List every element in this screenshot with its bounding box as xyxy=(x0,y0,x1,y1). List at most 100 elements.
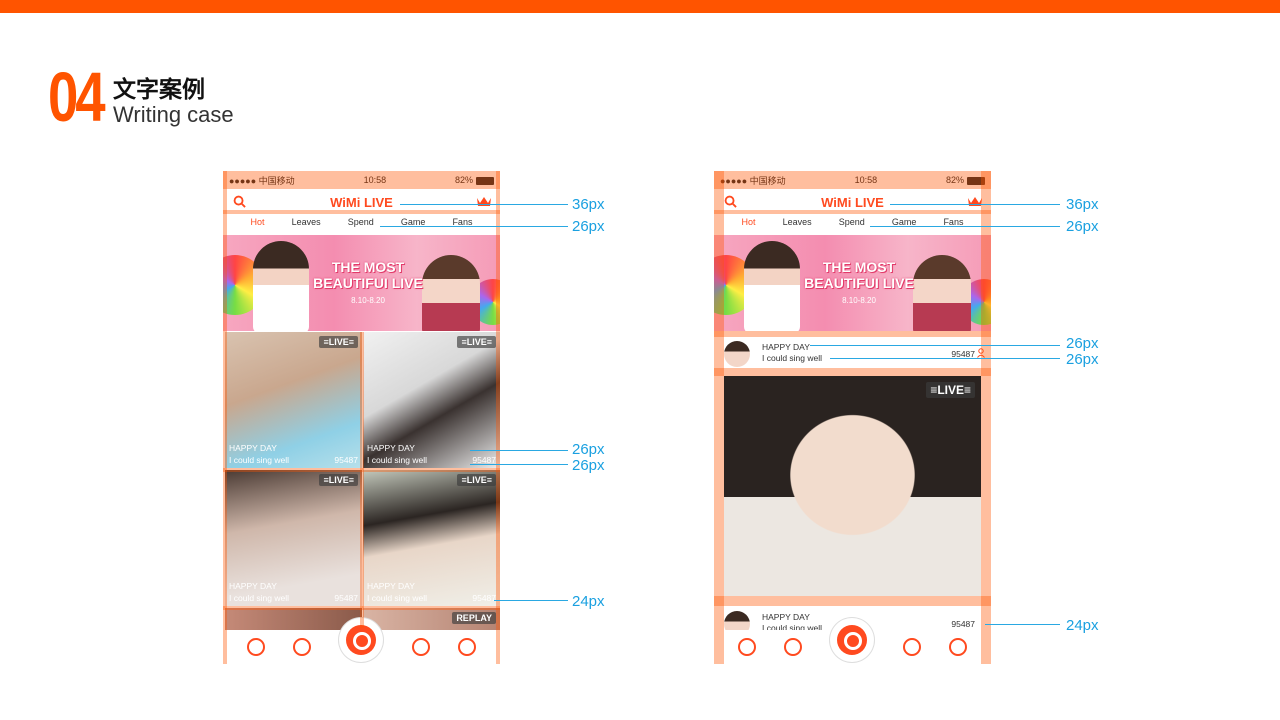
live-photo xyxy=(225,608,362,630)
smile-tab-icon[interactable] xyxy=(411,638,430,656)
guide-overlay xyxy=(714,596,991,606)
guide-overlay xyxy=(714,368,991,376)
planet-tab-icon[interactable] xyxy=(293,638,312,656)
dim-label-26: 26px xyxy=(1066,335,1099,352)
dim-line xyxy=(470,450,568,451)
dim-label-26: 26px xyxy=(572,457,605,474)
tab-game[interactable]: Game xyxy=(401,217,426,233)
category-tabs: Hot Leaves Spend Game Fans xyxy=(714,217,991,233)
profile-tab-icon[interactable] xyxy=(948,638,967,656)
card-subtitle: I could sing well xyxy=(367,593,428,603)
guide-overlay xyxy=(223,171,500,189)
app-title: WiMi LIVE xyxy=(821,194,884,210)
tab-game[interactable]: Game xyxy=(892,217,917,233)
section-title-cn: 文字案例 xyxy=(113,77,205,103)
dim-label-26: 26px xyxy=(1066,218,1099,235)
card-subtitle: I could sing well xyxy=(367,455,428,465)
camera-icon xyxy=(346,625,377,655)
dim-label-26: 26px xyxy=(572,218,605,235)
dim-line xyxy=(494,600,568,601)
card-subtitle: I could sing well xyxy=(762,353,823,363)
dim-line xyxy=(890,204,1060,205)
tab-spend[interactable]: Spend xyxy=(839,217,865,233)
app-title: WiMi LIVE xyxy=(330,194,393,210)
tab-leaves[interactable]: Leaves xyxy=(292,217,321,233)
live-card[interactable]: ≡LIVE≡ HAPPY DAY I could sing well 95487 xyxy=(363,332,500,468)
section-number: 04 xyxy=(48,58,106,136)
dim-line xyxy=(470,464,568,465)
card-title: HAPPY DAY xyxy=(762,342,810,352)
guide-overlay xyxy=(223,210,500,214)
live-card[interactable]: ≡LIVE≡ HAPPY DAY I could sing well 95487 xyxy=(225,332,362,468)
search-icon[interactable] xyxy=(724,195,737,208)
live-badge: ≡LIVE≡ xyxy=(457,336,496,348)
guide-overlay xyxy=(223,606,500,610)
card-title: HAPPY DAY xyxy=(762,612,810,622)
featured-live-card[interactable]: ≡LIVE≡ xyxy=(724,376,981,596)
guide-overlay xyxy=(714,210,991,214)
dim-label-26: 26px xyxy=(1066,351,1099,368)
card-title: HAPPY DAY xyxy=(229,581,277,591)
live-badge: ≡LIVE≡ xyxy=(319,474,358,486)
live-badge: ≡LIVE≡ xyxy=(457,474,496,486)
phone-mockup-list: ●●●●● 中国移动 10:58 82% WiMi LIVE Hot Leave… xyxy=(714,171,991,664)
live-center-button[interactable] xyxy=(830,618,875,662)
live-card[interactable]: ≡LIVE≡ HAPPY DAY I could sing well 95487 xyxy=(363,470,500,606)
live-card[interactable]: ≡LIVE≡ HAPPY DAY I could sing well 95487 xyxy=(225,470,362,606)
dim-label-24: 24px xyxy=(572,593,605,610)
banner-line1: THE MOST xyxy=(822,259,896,275)
guide-overlay xyxy=(714,171,991,189)
search-icon[interactable] xyxy=(233,195,246,208)
live-badge: ≡LIVE≡ xyxy=(319,336,358,348)
tab-hot[interactable]: Hot xyxy=(742,217,756,233)
face-tab-icon[interactable] xyxy=(247,638,266,656)
viewer-count: 95487 xyxy=(334,455,358,465)
promo-banner[interactable]: THE MOST BEAUTIFUI LIVE 8.10-8.20 xyxy=(714,235,991,331)
banner-line2: BEAUTIFUI LIVE xyxy=(313,275,423,291)
tab-leaves[interactable]: Leaves xyxy=(783,217,812,233)
smile-tab-icon[interactable] xyxy=(902,638,921,656)
guide-overlay xyxy=(714,171,724,664)
tab-hot[interactable]: Hot xyxy=(251,217,265,233)
live-photo xyxy=(724,376,981,596)
promo-banner[interactable]: THE MOST BEAUTIFUI LIVE 8.10-8.20 xyxy=(223,235,500,331)
dim-line xyxy=(810,345,1060,346)
tab-fans[interactable]: Fans xyxy=(943,217,963,233)
bottom-tab-bar xyxy=(714,618,991,664)
tab-fans[interactable]: Fans xyxy=(452,217,472,233)
banner-line1: THE MOST xyxy=(331,259,405,275)
card-subtitle: I could sing well xyxy=(229,455,290,465)
dim-label-24: 24px xyxy=(1066,617,1099,634)
avatar[interactable] xyxy=(724,341,750,367)
crown-icon[interactable] xyxy=(476,195,492,207)
card-title: HAPPY DAY xyxy=(367,443,415,453)
profile-tab-icon[interactable] xyxy=(457,638,476,656)
bottom-tab-bar xyxy=(223,618,500,664)
category-tabs: Hot Leaves Spend Game Fans xyxy=(223,217,500,233)
dim-label-36: 36px xyxy=(1066,196,1099,213)
tab-spend[interactable]: Spend xyxy=(348,217,374,233)
banner-date: 8.10-8.20 xyxy=(842,296,876,305)
viewer-count: 95487 xyxy=(334,593,358,603)
guide-overlay xyxy=(360,332,364,628)
card-title: HAPPY DAY xyxy=(229,443,277,453)
streamer-info-row[interactable]: HAPPY DAY I could sing well 95487 xyxy=(714,337,991,369)
dim-label-36: 36px xyxy=(572,196,605,213)
replay-badge: REPLAY xyxy=(452,612,496,624)
dim-line xyxy=(380,226,568,227)
guide-overlay xyxy=(496,171,500,664)
viewer-count: 95487 xyxy=(472,593,496,603)
guide-overlay xyxy=(223,468,500,472)
dim-line xyxy=(870,226,1060,227)
card-subtitle: I could sing well xyxy=(229,593,290,603)
banner-date: 8.10-8.20 xyxy=(351,296,385,305)
live-card[interactable]: REPLAY xyxy=(363,608,500,630)
live-badge: ≡LIVE≡ xyxy=(926,382,975,398)
phone-mockup-grid: ●●●●● 中国移动 10:58 82% WiMi LIVE Hot Leave… xyxy=(223,171,500,664)
face-tab-icon[interactable] xyxy=(738,638,757,656)
top-accent-bar xyxy=(0,0,1280,13)
dim-line xyxy=(985,624,1060,625)
live-card[interactable] xyxy=(225,608,362,630)
guide-overlay xyxy=(714,331,991,337)
planet-tab-icon[interactable] xyxy=(784,638,803,656)
